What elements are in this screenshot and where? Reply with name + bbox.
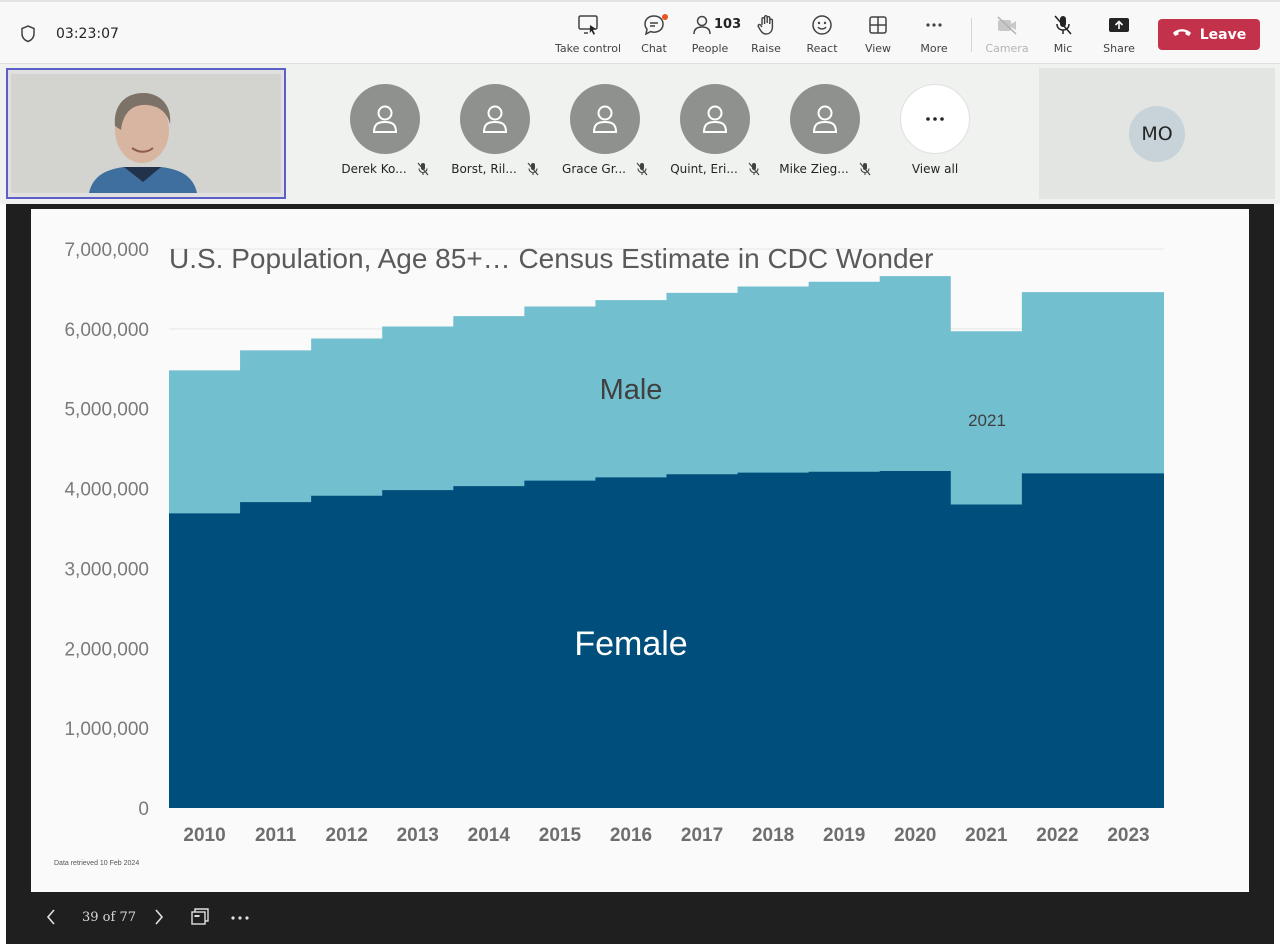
person-icon [372,105,398,133]
presentation-more-button[interactable] [229,906,251,932]
avatar [350,84,420,154]
chevron-left-icon [46,909,55,925]
year-annotation: 2021 [968,411,1006,430]
person-icon [482,105,508,133]
phone-hangup-icon [1172,27,1192,43]
muted-mic-icon [636,162,648,176]
view-all-circle [900,84,970,154]
avatar-initials: MO [1129,106,1185,162]
y-tick-label: 6,000,000 [64,320,149,341]
x-tick-label: 2018 [752,825,794,846]
more-icon [898,14,970,36]
x-tick-label: 2016 [610,825,652,846]
muted-mic-icon [748,162,760,176]
participant-name: Derek Ko... [341,162,407,176]
self-video-tile[interactable] [6,68,286,199]
more-icon [926,117,944,121]
next-slide-button[interactable] [152,906,166,932]
female-series-label: Female [574,625,687,663]
video-feed [11,74,281,193]
muted-mic-icon [527,162,539,176]
more-icon [231,916,249,920]
chevron-right-icon [155,909,164,925]
male-series-label: Male [600,374,663,406]
avatar [680,84,750,154]
x-tick-label: 2023 [1107,825,1149,846]
y-tick-label: 4,000,000 [64,480,149,501]
x-tick-label: 2015 [539,825,582,846]
view-all-label: View all [911,162,959,176]
take-control-icon [552,14,624,36]
more-button[interactable]: More [898,14,970,60]
participant-name: Grace Gr... [562,162,626,176]
y-tick-label: 0 [138,799,149,820]
leave-button[interactable]: Leave [1158,19,1260,50]
leave-label: Leave [1199,26,1247,43]
person-icon [592,105,618,133]
y-tick-label: 7,000,000 [64,240,149,261]
x-tick-label: 2017 [681,825,723,846]
avatar [790,84,860,154]
presentation-slide: 0 1,000,000 2,000,000 3,000,000 4,000,000 5,0… [31,209,1249,892]
y-tick-label: 1,000,000 [64,719,149,740]
participant-tile[interactable]: Quint, Eri... [660,84,770,176]
participant-name: Borst, Ril... [451,162,517,176]
participant-name: Quint, Eri... [670,162,738,176]
x-tick-label: 2020 [894,825,936,846]
shield-icon [18,24,38,44]
x-tick-label: 2021 [965,825,1008,846]
x-tick-label: 2011 [255,825,297,846]
muted-mic-icon [859,162,871,176]
unread-dot [662,14,668,20]
participant-tile[interactable]: Grace Gr... [550,84,660,176]
x-tick-label: 2013 [397,825,439,846]
avatar [460,84,530,154]
avatar [570,84,640,154]
share-button[interactable]: Share [1083,14,1155,60]
x-tick-label: 2012 [326,825,368,846]
x-tick-label: 2010 [183,825,225,846]
person-icon [702,105,728,133]
y-tick-label: 2,000,000 [64,639,149,660]
take-control-button[interactable]: Take control [552,14,624,60]
participant-tile[interactable]: Mike Zieg... [770,84,880,176]
slide-page-indicator: 39 of 77 [82,910,136,925]
y-tick-label: 3,000,000 [64,559,149,580]
person-video-illustration [11,74,281,193]
view-all-button[interactable]: View all [880,84,990,176]
stacked-area-chart: 0 1,000,000 2,000,000 3,000,000 4,000,000 5,0… [64,240,1164,846]
x-tick-label: 2014 [468,825,511,846]
participant-tile[interactable]: Borst, Ril... [440,84,550,176]
meeting-timer: 03:23:07 [56,26,119,42]
participant-tile[interactable]: Derek Ko... [330,84,440,176]
slide-footnote: Data retrieved 10 Feb 2024 [54,860,140,867]
spotlight-participant-tile[interactable]: MO [1039,68,1275,199]
previous-slide-button[interactable] [44,906,58,932]
person-icon [812,105,838,133]
participant-name: Mike Zieg... [779,162,849,176]
x-tick-label: 2022 [1036,825,1078,846]
slides-icon [191,908,209,925]
x-tick-label: 2019 [823,825,865,846]
muted-mic-icon [417,162,429,176]
share-icon [1083,14,1155,36]
chart-title: U.S. Population, Age 85+… Census Estimat… [169,243,933,274]
slide-sorter-button[interactable] [190,906,210,932]
meeting-toolbar: 03:23:07 Take control Chat 103 People Ra… [0,0,1280,64]
y-tick-label: 5,000,000 [64,400,149,421]
